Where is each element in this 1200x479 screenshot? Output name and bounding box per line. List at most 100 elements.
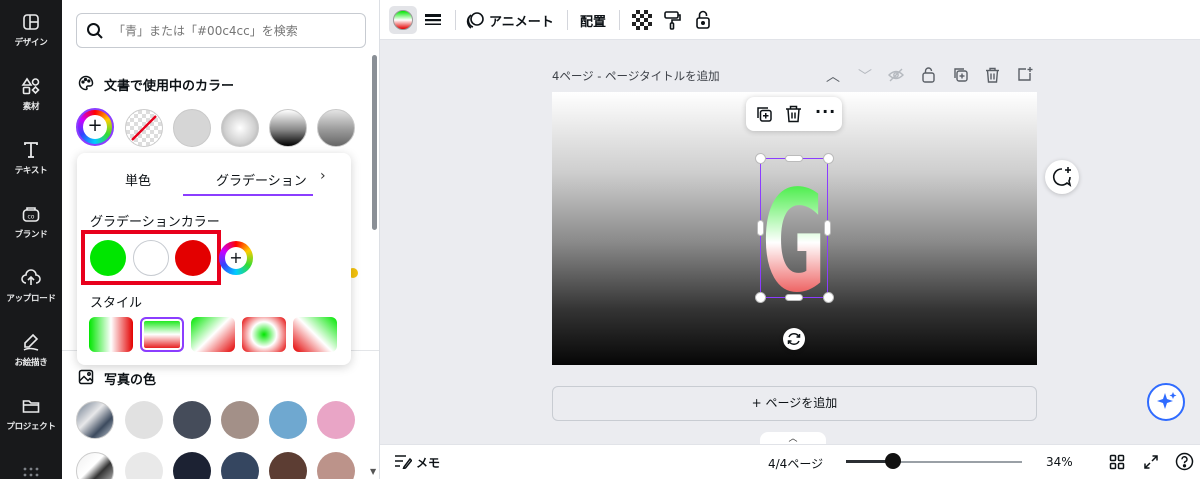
tab-gradient[interactable]: グラデーション: [216, 170, 307, 189]
folder-icon: [22, 400, 40, 413]
resize-handle-br[interactable]: [823, 292, 834, 303]
delete-page-icon[interactable]: [985, 67, 1000, 83]
style-linear-vertical[interactable]: [140, 317, 184, 352]
swatch-color[interactable]: [125, 401, 163, 439]
swatch-color[interactable]: [221, 401, 259, 439]
svg-text:co: co: [28, 214, 35, 221]
palette-icon: [78, 75, 94, 91]
gradient-stop-white[interactable]: [133, 240, 169, 276]
resize-handle-left[interactable]: [757, 220, 764, 236]
position-button[interactable]: 配置: [580, 11, 606, 30]
sidebar-item-draw[interactable]: お絵描き: [0, 332, 62, 388]
sidebar-item-projects[interactable]: プロジェクト: [0, 396, 62, 452]
gradient-stop-red[interactable]: [175, 240, 211, 276]
resize-handle-right[interactable]: [824, 220, 831, 236]
border-weight-icon: [425, 14, 441, 25]
resize-handle-bottom[interactable]: [785, 294, 803, 301]
style-linear-diagonal-reverse[interactable]: [293, 317, 337, 352]
sidebar-item-design[interactable]: デザイン: [0, 12, 62, 68]
swatch-transparent[interactable]: [125, 109, 163, 147]
sidebar-item-uploads[interactable]: アップロード: [0, 268, 62, 324]
swatch-color[interactable]: [221, 452, 259, 479]
rotate-handle[interactable]: [783, 328, 805, 350]
style-label: スタイル: [90, 296, 143, 311]
resize-handle-tl[interactable]: [755, 153, 766, 164]
gradient-stop-green[interactable]: [90, 240, 126, 276]
page-title[interactable]: 4ページ - ページタイトルを追加: [552, 68, 720, 84]
scroll-down-icon[interactable]: ▼: [370, 467, 376, 476]
hide-icon[interactable]: [888, 68, 904, 82]
swatch-color[interactable]: [269, 401, 307, 439]
chevron-right-icon[interactable]: ›: [320, 168, 326, 184]
sidebar-item-label: プロジェクト: [6, 422, 56, 432]
notes-button[interactable]: メモ: [416, 454, 440, 471]
swatch-color[interactable]: [125, 452, 163, 479]
slash-icon: [131, 115, 157, 141]
swatch-color[interactable]: [221, 109, 259, 147]
add-gradient-stop-button[interactable]: +: [219, 241, 253, 275]
add-page-button[interactable]: + ページを追加: [552, 386, 1037, 421]
swatch-color[interactable]: [317, 401, 355, 439]
duplicate-icon[interactable]: [756, 106, 773, 123]
editor-toolbar: アニメート 配置: [380, 0, 1200, 40]
more-apps-icon[interactable]: [23, 462, 39, 477]
animate-button[interactable]: アニメート: [489, 11, 554, 30]
chevron-down-icon[interactable]: ﹀: [858, 66, 872, 86]
resize-handle-bl[interactable]: [755, 292, 766, 303]
sparkle-icon: [1157, 392, 1177, 409]
color-button[interactable]: [389, 6, 417, 34]
magic-button[interactable]: [1147, 383, 1185, 421]
left-sidebar: デザイン 素材 テキスト co ブランド アップロード お絵描き プロジェクト: [0, 0, 62, 479]
more-options-icon[interactable]: ···: [815, 102, 836, 121]
panel-scrollbar[interactable]: [372, 55, 377, 230]
swatch-color[interactable]: [269, 452, 307, 479]
sidebar-item-text[interactable]: テキスト: [0, 140, 62, 196]
text-icon: [24, 142, 38, 158]
tab-active-indicator: [183, 194, 313, 196]
sidebar-item-brand[interactable]: co ブランド: [0, 204, 62, 260]
layout-icon: [23, 14, 39, 30]
add-page-icon[interactable]: [1017, 66, 1033, 82]
fullscreen-icon[interactable]: [1143, 454, 1159, 470]
swatch-color[interactable]: [173, 401, 211, 439]
help-icon[interactable]: [1175, 452, 1194, 471]
duplicate-page-icon[interactable]: [953, 67, 969, 83]
swatch-color[interactable]: [269, 109, 307, 147]
photo-colors-title: 写真の色: [104, 373, 157, 388]
sidebar-item-elements[interactable]: 素材: [0, 76, 62, 132]
border-style-button[interactable]: [422, 6, 444, 34]
swatch-color[interactable]: [317, 452, 355, 479]
search-input[interactable]: [113, 21, 353, 41]
grid-view-icon[interactable]: [1109, 454, 1125, 470]
style-linear-horizontal[interactable]: [89, 317, 133, 352]
resize-handle-top[interactable]: [785, 155, 803, 162]
resize-handle-tr[interactable]: [823, 153, 834, 164]
style-linear-diagonal[interactable]: [191, 317, 235, 352]
gradient-swatch-icon: [393, 10, 413, 30]
chevron-up-icon[interactable]: ︿: [826, 66, 840, 86]
plus-icon: +: [83, 115, 107, 139]
page-counter[interactable]: 4/4ページ: [768, 455, 823, 472]
swatch-color[interactable]: [173, 452, 211, 479]
add-color-button[interactable]: +: [76, 108, 114, 146]
page-lock-icon[interactable]: [921, 66, 936, 83]
photo-thumbnail[interactable]: [76, 452, 114, 479]
paint-roller-icon[interactable]: [662, 6, 682, 34]
photo-thumbnail[interactable]: [76, 401, 114, 439]
animate-icon: [466, 6, 486, 34]
trash-icon[interactable]: [785, 105, 802, 123]
draw-icon: [23, 333, 39, 351]
zoom-level[interactable]: 34%: [1046, 455, 1073, 469]
selection-box: [760, 158, 828, 298]
tab-solid[interactable]: 単色: [125, 170, 151, 189]
shapes-icon: [21, 77, 40, 95]
swatch-color[interactable]: [173, 109, 211, 147]
color-search[interactable]: [76, 13, 366, 48]
swatch-color[interactable]: [317, 109, 355, 147]
gradient-popup: 単色 グラデーション › グラデーションカラー + スタイル: [77, 153, 351, 365]
zoom-slider-knob[interactable]: [884, 453, 901, 469]
comment-button[interactable]: [1045, 160, 1079, 194]
lock-icon[interactable]: [693, 6, 713, 34]
style-radial[interactable]: [242, 317, 286, 352]
transparency-icon[interactable]: [632, 10, 652, 30]
